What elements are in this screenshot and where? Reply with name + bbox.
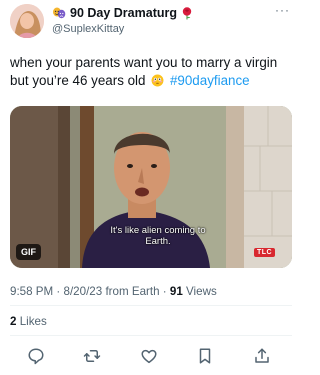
video-caption-line-1: It's like alien coming to [110,225,206,236]
like-icon[interactable] [139,346,159,366]
video-caption-line-2: Earth. [145,236,171,247]
meta-separator: · [162,285,170,298]
divider [10,305,292,306]
meta-separator: · [56,285,64,298]
network-logo-badge: TLC [254,248,276,257]
divider [10,335,292,336]
tweet-header: 90 Day Dramaturg @SuplexKittay ··· [10,4,292,38]
tweet-date[interactable]: 8/20/23 [64,285,103,298]
hashtag-link[interactable]: #90dayfiance [170,73,250,88]
display-name-row[interactable]: 90 Day Dramaturg [52,5,194,21]
performing-arts-emoji-icon [52,6,66,20]
display-name[interactable]: 90 Day Dramaturg [70,5,177,21]
rose-emoji-icon [180,6,194,20]
likes-count: 2 [10,315,17,328]
more-icon[interactable]: ··· [275,4,290,16]
likes-label: Likes [19,315,47,328]
gif-badge: GIF [16,244,41,260]
action-bar [10,346,292,366]
tweet-text: when your parents want you to marry a vi… [10,54,292,90]
likes-stat[interactable]: 2 Likes [10,315,47,328]
video-caption: It's like alien coming to Earth. [98,225,218,247]
avatar[interactable] [10,4,44,38]
flushed-face-emoji-icon [151,74,164,87]
views-count: 91 [169,285,183,298]
bookmark-icon[interactable] [195,346,215,366]
author-names: 90 Day Dramaturg @SuplexKittay [52,5,194,37]
tweet-media-gif[interactable]: It's like alien coming to Earth. GIF TLC [10,106,292,268]
tweet-source: from Earth [105,285,160,298]
tweet-meta: 9:58 PM · 8/20/23 from Earth · 91 Views [10,285,217,298]
views-label: Views [186,285,217,298]
author-handle[interactable]: @SuplexKittay [52,22,194,37]
reply-icon[interactable] [26,346,46,366]
tweet-time[interactable]: 9:58 PM [10,285,53,298]
retweet-icon[interactable] [82,346,102,366]
share-icon[interactable] [252,346,272,366]
